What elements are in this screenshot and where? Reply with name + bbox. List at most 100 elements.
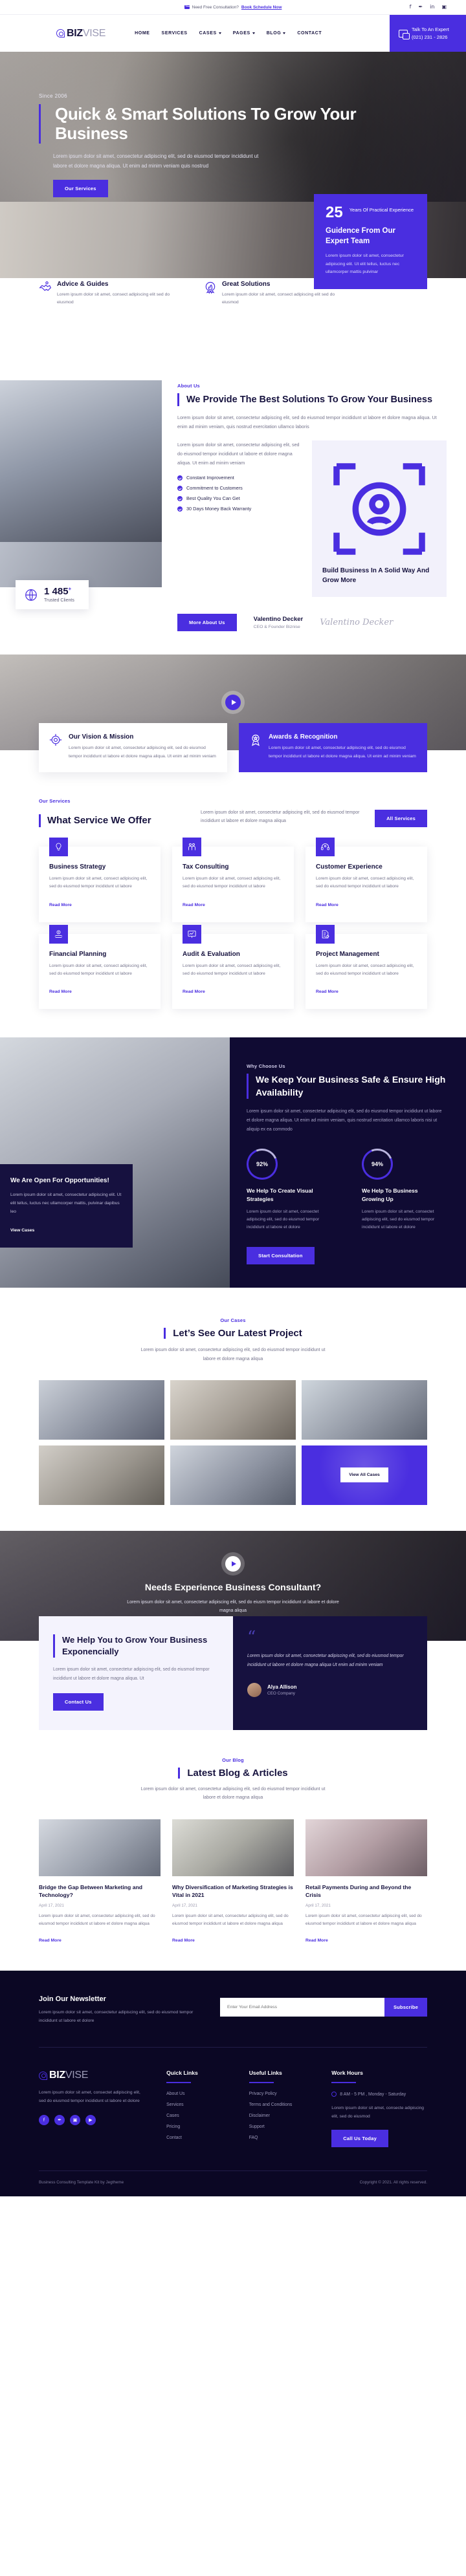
open-opportunities-card: We Are Open For Opportunities! Lorem ips… [0,1164,133,1248]
main-navigation: BIZVISE HOME SERVICES CASES PAGES BLOG C… [0,15,466,52]
footer-link[interactable]: Privacy Policy [249,2092,311,2096]
instagram-icon[interactable]: ▣ [70,2114,80,2125]
view-cases-link[interactable]: View Cases [10,1228,34,1233]
awards-card: Awards & Recognition Lorem ipsum dolor s… [239,723,427,773]
stat-text: Lorem ipsum dolor sit amet, consectet ad… [247,1209,320,1230]
site-logo[interactable]: BIZVISE [56,28,105,39]
email-input[interactable] [220,1997,384,2017]
chat-bubbles-icon [399,29,410,39]
read-more-link[interactable]: Read More [183,990,205,994]
case-thumbnail[interactable] [39,1380,164,1440]
testimonial-quote-card: “ Lorem ipsum dolor sit amet, consectetu… [233,1616,427,1731]
testimonial-text: Lorem ipsum dolor sit amet, consectetur … [53,1667,210,1681]
footer-link[interactable]: Support [249,2125,311,2129]
case-thumbnail[interactable] [39,1445,164,1505]
footer-logo[interactable]: BIZVISE [39,2070,146,2081]
all-services-button[interactable]: All Services [375,809,427,827]
twitter-icon[interactable]: ✒ [418,5,423,10]
why-lead: Lorem ipsum dolor sit amet, consectetur … [247,1109,442,1132]
talk-to-expert-button[interactable]: Talk To An Expert (021) 231 - 2826 [390,15,466,52]
services-section: Our Services What Service We Offer Lorem… [39,772,427,1037]
footer-link[interactable]: Pricing [166,2125,228,2129]
blog-post-title: Retail Payments During and Beyond the Cr… [305,1883,412,1899]
about-section: 1 485+ Trusted Clients About Us We Provi… [0,349,466,638]
case-thumbnail[interactable] [170,1445,296,1505]
read-more-link[interactable]: Read More [49,903,72,907]
read-more-link[interactable]: Read More [49,990,72,994]
feature-title: Advice & Guides [57,281,109,288]
book-schedule-link[interactable]: Book Schedule Now [241,5,282,10]
read-more-link[interactable]: Read More [305,1938,328,1943]
service-title: Customer Experience [316,863,383,871]
footer-link[interactable]: About Us [166,2092,228,2096]
footer-link[interactable]: FAQ [249,2136,311,2140]
why-photo: We Are Open For Opportunities! Lorem ips… [0,1037,230,1288]
blog-card[interactable]: Why Diversification of Marketing Strateg… [172,1819,294,1945]
more-about-us-button[interactable]: More About Us [177,614,237,632]
case-thumbnail[interactable] [302,1380,427,1440]
footer-copyright: Copyright © 2021. All rights reserved. [359,2180,427,2185]
cta-title: Needs Experience Business Consultant? [144,1582,322,1593]
nav-item-contact[interactable]: CONTACT [297,31,322,36]
facebook-icon[interactable]: f [39,2114,49,2125]
nav-item-services[interactable]: SERVICES [162,31,188,36]
read-more-link[interactable]: Read More [316,903,338,907]
start-consultation-button[interactable]: Start Consultation [247,1247,315,1265]
read-more-link[interactable]: Read More [316,990,338,994]
service-card[interactable]: Tax Consulting Lorem ipsum dolor sit ame… [172,837,294,922]
footer-socials: f ✒ ▣ ▶ [39,2114,146,2125]
experience-years-label: Years Of Practical Experience [349,207,414,213]
about-eyebrow: About Us [177,383,200,389]
testimonial-section: We Help You to Grow Your Business Expone… [39,1616,427,1731]
nav-item-cases[interactable]: CASES [199,31,221,36]
nav-item-blog[interactable]: BLOG [267,31,286,36]
play-icon[interactable] [225,695,241,711]
footer-link[interactable]: Cases [166,2114,228,2118]
nav-item-home[interactable]: HOME [135,31,150,36]
about-check-list: Constant Improvement Commitment to Custo… [177,475,300,512]
case-thumbnail[interactable] [170,1380,296,1440]
services-title: What Service We Offer [39,814,188,827]
card-title: Our Vision & Mission [69,733,134,741]
linkedin-icon[interactable]: in [430,5,434,10]
top-bar-consultation: Need Free Consultation? Book Schedule No… [184,5,282,10]
blog-card[interactable]: Bridge the Gap Between Marketing and Tec… [39,1819,161,1945]
footer-link[interactable]: Services [166,2103,228,2107]
play-icon[interactable] [225,1556,241,1572]
feature-advice-guides: Advice & Guides Lorem ipsum dolor sit am… [39,281,184,307]
nav-item-pages[interactable]: PAGES [233,31,255,36]
service-card[interactable]: Customer Experience Lorem ipsum dolor si… [305,837,427,922]
footer-link[interactable]: Disclaimer [249,2114,311,2118]
read-more-link[interactable]: Read More [39,1938,61,1943]
card-text: Lorem ipsum dolor sit amet, consectetur … [69,746,216,759]
footer-link[interactable]: Terms and Conditions [249,2103,311,2107]
service-card[interactable]: Audit & Evaluation Lorem ipsum dolor sit… [172,924,294,1010]
service-card[interactable]: Business Strategy Lorem ipsum dolor sit … [39,837,161,922]
view-all-cases-button[interactable]: View All Cases [340,1467,388,1483]
view-all-cases-tile[interactable]: View All Cases [302,1445,427,1505]
call-us-today-button[interactable]: Call Us Today [331,2129,388,2147]
our-services-button[interactable]: Our Services [53,180,108,198]
feature-text: Lorem ipsum dolor sit amet, consect adip… [57,292,170,305]
feature-great-solutions: Great Solutions Lorem ipsum dolor sit am… [204,281,350,307]
subscribe-button[interactable]: Subscribe [384,1997,427,2017]
service-card[interactable]: Project Management Lorem ipsum dolor sit… [305,924,427,1010]
blog-card[interactable]: Retail Payments During and Beyond the Cr… [305,1819,427,1945]
nav-menu: HOME SERVICES CASES PAGES BLOG CONTACT [135,31,322,36]
headset-icon [316,837,335,856]
read-more-link[interactable]: Read More [172,1938,195,1943]
service-card[interactable]: Financial Planning Lorem ipsum dolor sit… [39,924,161,1010]
youtube-icon[interactable]: ▶ [85,2114,96,2125]
twitter-icon[interactable]: ✒ [54,2114,65,2125]
read-more-link[interactable]: Read More [183,903,205,907]
signature: Valentino Decker [320,618,394,628]
expert-label: Talk To An Expert [412,26,449,32]
contact-us-button[interactable]: Contact Us [53,1693,104,1711]
testimonial-author: Alya Allison [267,1684,297,1691]
cases-sub: Lorem ipsum dolor sit amet, consectetur … [140,1348,326,1361]
facebook-icon[interactable]: f [410,5,412,10]
avatar [247,1683,261,1698]
footer-link[interactable]: Contact [166,2136,228,2140]
service-text: Lorem ipsum dolor sit amet, consect adip… [316,876,414,889]
instagram-icon[interactable]: ▣ [441,5,447,10]
